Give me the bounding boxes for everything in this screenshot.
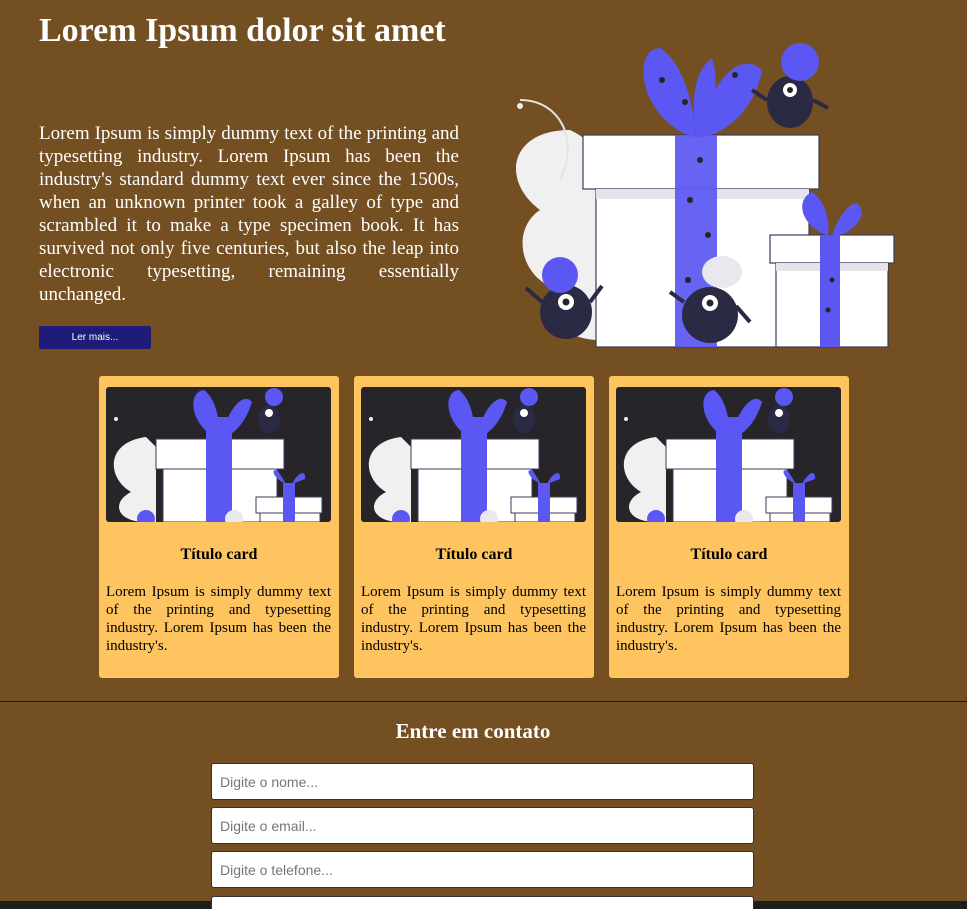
contact-title: Entre em contato bbox=[395, 719, 551, 743]
hero-description: Lorem Ipsum is simply dummy text of the … bbox=[39, 123, 459, 305]
phone-input[interactable] bbox=[211, 851, 754, 888]
card-image bbox=[616, 387, 841, 522]
card: Título card Lorem Ipsum is simply dummy … bbox=[354, 376, 594, 678]
email-input[interactable] bbox=[211, 807, 754, 844]
card: Título card Lorem Ipsum is simply dummy … bbox=[99, 376, 339, 678]
section-divider bbox=[0, 701, 967, 702]
read-more-button[interactable]: Ler mais... bbox=[39, 326, 151, 349]
card-text: Lorem Ipsum is simply dummy text of the … bbox=[361, 584, 586, 654]
card-image bbox=[361, 387, 586, 522]
hero-title: Lorem Ipsum dolor sit amet bbox=[39, 12, 446, 49]
card-text: Lorem Ipsum is simply dummy text of the … bbox=[106, 584, 331, 654]
card-text: Lorem Ipsum is simply dummy text of the … bbox=[616, 584, 841, 654]
card-title: Título card bbox=[435, 546, 513, 563]
hero-section: Lorem Ipsum dolor sit amet Lorem Ipsum i… bbox=[0, 0, 967, 360]
card-title: Título card bbox=[180, 546, 258, 563]
message-input[interactable] bbox=[211, 896, 754, 909]
name-input[interactable] bbox=[211, 763, 754, 800]
card-title: Título card bbox=[690, 546, 768, 563]
card-image bbox=[106, 387, 331, 522]
gift-boxes-illustration bbox=[516, 43, 895, 348]
cards-section: Título card Lorem Ipsum is simply dummy … bbox=[99, 376, 849, 678]
card: Título card Lorem Ipsum is simply dummy … bbox=[609, 376, 849, 678]
